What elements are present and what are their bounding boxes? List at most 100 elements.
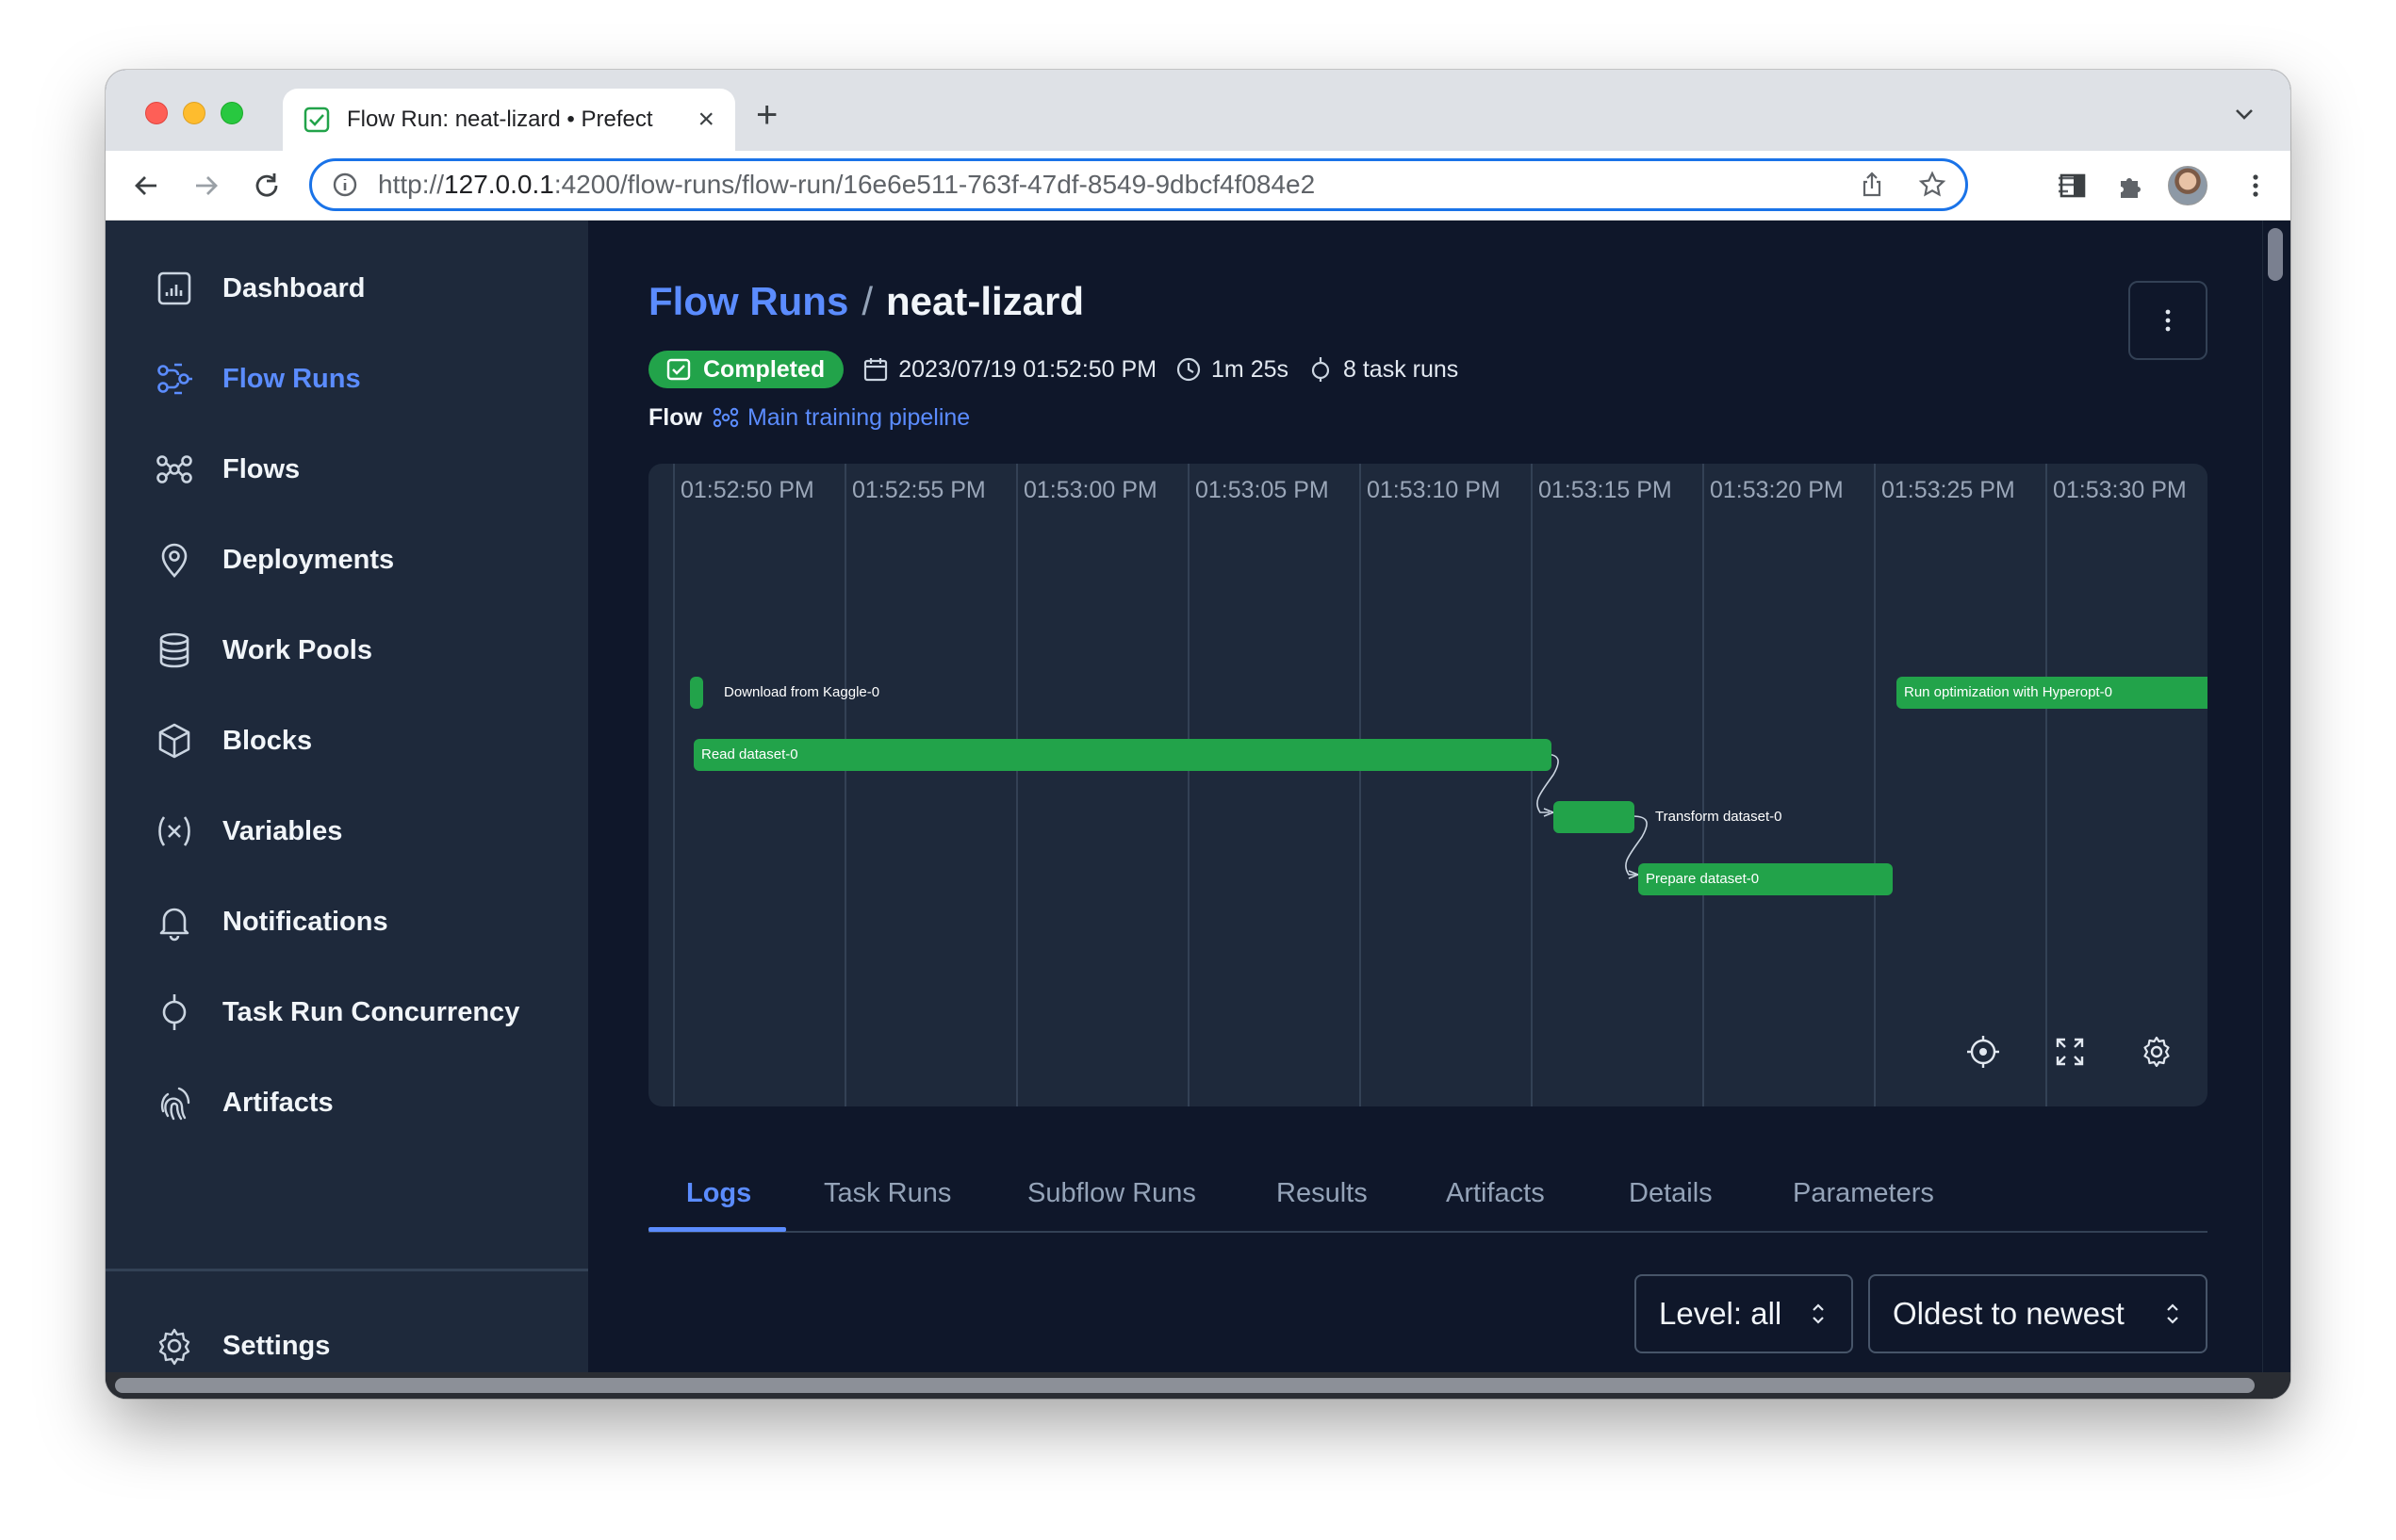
forward-arrow-icon[interactable] [190,170,222,202]
url-text: http://127.0.0.1:4200/flow-runs/flow-run… [378,170,1316,199]
bookmark-star-icon[interactable] [1918,171,1946,199]
tab-search-chevron-icon[interactable] [2232,102,2257,126]
extensions-puzzle-icon[interactable] [2115,170,2147,202]
log-sort-value: Oldest to newest [1893,1296,2125,1331]
cube-icon [158,723,190,759]
tab-task-runs[interactable]: Task Runs [824,1155,951,1231]
tab-artifacts[interactable]: Artifacts [1446,1155,1545,1231]
reload-icon[interactable] [251,170,283,202]
flows-icon [713,407,739,428]
bell-icon [159,908,189,942]
sidebar-item-label: Blocks [222,725,313,756]
sidebar-item-label: Notifications [222,906,388,937]
site-info-icon[interactable] [331,171,359,199]
sidebar-item-variables[interactable]: Variables [155,803,569,860]
timeline-dependency-edges [1536,753,1648,879]
page-title: neat-lizard [886,279,1085,323]
fullscreen-icon[interactable] [2053,1035,2087,1069]
database-icon [159,632,189,668]
browser-window: Flow Run: neat-lizard • Prefect × + http… [106,70,2290,1399]
share-icon[interactable] [1858,171,1886,199]
sidebar-item-label: Settings [222,1330,331,1361]
timeline-settings-gear-icon[interactable] [2140,1035,2174,1069]
flows-icon [156,455,192,483]
sidebar-item-work-pools[interactable]: Work Pools [155,622,569,679]
vertical-scrollbar-thumb[interactable] [2268,228,2283,281]
address-bar[interactable]: http://127.0.0.1:4200/flow-runs/flow-run… [309,158,1968,211]
variable-icon [158,816,190,846]
task-run-label: Read dataset-0 [701,746,798,762]
breadcrumb-separator: / [862,279,873,323]
browser-menu-kebab-icon[interactable] [2240,170,2272,202]
chart-icon [157,271,191,305]
new-tab-icon[interactable]: + [756,96,778,134]
gear-icon [158,1328,190,1366]
tab-details[interactable]: Details [1629,1155,1713,1231]
sidebar-divider [106,1269,588,1271]
sidebar-item-flow-runs[interactable]: Flow Runs [155,351,569,407]
sidebar-item-label: Work Pools [222,634,372,665]
sidebar-item-blocks[interactable]: Blocks [155,713,569,769]
select-chevron-updown-icon [2167,1303,2178,1324]
sidebar-item-artifacts[interactable]: Artifacts [155,1074,569,1131]
profile-avatar[interactable] [2168,166,2207,205]
flow-link[interactable]: Main training pipeline [747,404,970,432]
breadcrumb-flow-runs-link[interactable]: Flow Runs [648,279,848,324]
task-run-bar-download[interactable] [690,677,703,709]
sidebar-item-settings[interactable]: Settings [155,1318,569,1374]
flow-label: Flow [648,403,702,431]
tab-logs[interactable]: Logs [686,1155,751,1231]
log-sort-select[interactable]: Oldest to newest [1868,1274,2207,1353]
kebab-menu-icon [2165,309,2171,332]
sidebar-item-label: Task Run Concurrency [222,996,520,1027]
calendar-icon [864,358,888,382]
active-tab-indicator [648,1227,786,1232]
window-minimize-button[interactable] [183,102,205,124]
sidebar-item-dashboard[interactable]: Dashboard [155,260,569,317]
sidebar-item-flows[interactable]: Flows [155,441,569,498]
back-arrow-icon[interactable] [130,170,162,202]
task-run-count: 8 task runs [1307,356,1458,384]
task-run-label: Prepare dataset-0 [1646,871,1760,887]
tab-close-icon[interactable]: × [697,106,714,134]
select-chevron-updown-icon [1813,1303,1824,1324]
log-level-select[interactable]: Level: all [1634,1274,1853,1353]
tab-parameters[interactable]: Parameters [1793,1155,1934,1231]
sidebar-item-label: Artifacts [222,1087,334,1118]
vertical-scrollbar[interactable] [2262,221,2290,1399]
prefect-favicon-icon [304,106,330,133]
tab-subflow-runs[interactable]: Subflow Runs [1027,1155,1196,1231]
sidebar-item-label: Variables [222,815,343,846]
fingerprint-icon [160,1087,190,1121]
side-panel-icon[interactable] [2057,170,2089,202]
browser-tab[interactable]: Flow Run: neat-lizard • Prefect × [283,89,735,151]
task-run-bar-transform-dataset[interactable] [1553,801,1634,833]
clock-icon [1176,357,1201,382]
start-time: 2023/07/19 01:52:50 PM [862,356,1157,384]
task-run-icon [1311,357,1330,382]
run-actions-menu-button[interactable] [2128,281,2207,360]
check-square-icon [666,358,691,381]
tab-results[interactable]: Results [1276,1155,1368,1231]
task-run-bar-read-dataset[interactable] [694,739,1551,771]
sidebar-item-notifications[interactable]: Notifications [155,893,569,950]
horizontal-scrollbar[interactable] [106,1372,2290,1399]
run-meta: Completed 2023/07/19 01:52:50 PM 1m 25s … [648,351,1458,388]
flow-run-timeline[interactable]: 01:52:50 PM 01:52:55 PM 01:53:00 PM 01:5… [648,464,2207,1106]
flow-runs-icon [157,363,192,395]
horizontal-scrollbar-thumb[interactable] [115,1378,2255,1393]
sidebar-item-label: Dashboard [222,272,366,303]
task-run-label: Download from Kaggle-0 [724,684,880,700]
prefect-app: Dashboard Flow Runs Flows Deployments Wo… [106,221,2290,1399]
window-maximize-button[interactable] [221,102,243,124]
sidebar: Dashboard Flow Runs Flows Deployments Wo… [106,221,588,1399]
task-run-label: Run optimization with Hyperopt-0 [1904,684,2112,700]
window-close-button[interactable] [145,102,168,124]
recenter-crosshair-icon[interactable] [1966,1035,2000,1069]
sidebar-item-label: Deployments [222,544,395,575]
breadcrumb: Flow Runs / neat-lizard [648,279,1084,324]
tab-title: Flow Run: neat-lizard • Prefect [347,106,653,132]
sidebar-item-task-run-concurrency[interactable]: Task Run Concurrency [155,984,569,1040]
log-level-value: Level: all [1659,1296,1782,1331]
sidebar-item-deployments[interactable]: Deployments [155,532,569,588]
